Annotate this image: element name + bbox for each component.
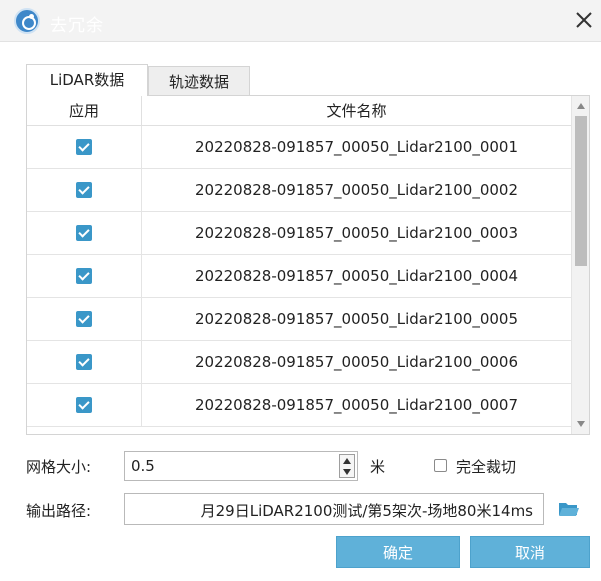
apply-checkbox[interactable] bbox=[76, 182, 92, 198]
apply-checkbox[interactable] bbox=[76, 354, 92, 370]
table-row[interactable]: 20220828-091857_00050_Lidar2100_0007 bbox=[27, 384, 571, 427]
cancel-button[interactable]: 取消 bbox=[470, 536, 590, 568]
tab-lidar-data[interactable]: LiDAR数据 bbox=[26, 64, 148, 96]
filename-cell: 20220828-091857_00050_Lidar2100_0004 bbox=[141, 255, 571, 297]
tab-trajectory-data[interactable]: 轨迹数据 bbox=[148, 66, 250, 96]
grid-size-value: 0.5 bbox=[131, 457, 155, 475]
apply-checkbox[interactable] bbox=[76, 268, 92, 284]
table-row[interactable]: 20220828-091857_00050_Lidar2100_0006 bbox=[27, 341, 571, 384]
column-header-apply[interactable]: 应用 bbox=[27, 96, 141, 126]
grid-size-spinner[interactable] bbox=[339, 454, 355, 478]
apply-cell bbox=[27, 126, 141, 168]
output-path-label: 输出路径: bbox=[26, 502, 92, 520]
folder-open-icon[interactable] bbox=[558, 500, 580, 518]
confirm-button[interactable]: 确定 bbox=[336, 536, 460, 568]
filename-cell: 20220828-091857_00050_Lidar2100_0003 bbox=[141, 212, 571, 254]
grid-size-unit: 米 bbox=[370, 458, 386, 476]
filename-cell: 20220828-091857_00050_Lidar2100_0001 bbox=[141, 126, 571, 168]
file-table: 应用 文件名称 20220828-091857_00050_Lidar2100_… bbox=[26, 95, 590, 435]
filename-cell: 20220828-091857_00050_Lidar2100_0006 bbox=[141, 341, 571, 383]
apply-checkbox[interactable] bbox=[76, 225, 92, 241]
table-row[interactable]: 20220828-091857_00050_Lidar2100_0004 bbox=[27, 255, 571, 298]
apply-cell bbox=[27, 169, 141, 211]
apply-cell bbox=[27, 255, 141, 297]
spin-up-icon[interactable] bbox=[343, 458, 351, 464]
apply-checkbox[interactable] bbox=[76, 397, 92, 413]
filename-cell: 20220828-091857_00050_Lidar2100_0005 bbox=[141, 298, 571, 340]
apply-cell bbox=[27, 212, 141, 254]
table-row[interactable]: 20220828-091857_00050_Lidar2100_0005 bbox=[27, 298, 571, 341]
apply-checkbox[interactable] bbox=[76, 311, 92, 327]
filename-cell: 20220828-091857_00050_Lidar2100_0002 bbox=[141, 169, 571, 211]
grid-size-label: 网格大小: bbox=[26, 458, 92, 476]
grid-size-input[interactable]: 0.5 bbox=[124, 451, 358, 481]
apply-cell bbox=[27, 384, 141, 426]
table-row[interactable]: 20220828-091857_00050_Lidar2100_0002 bbox=[27, 169, 571, 212]
output-path-value: 月29日LiDAR2100测试/第5架次-场地80米14ms bbox=[200, 502, 533, 520]
table-body: 20220828-091857_00050_Lidar2100_0001 202… bbox=[27, 126, 571, 427]
apply-checkbox[interactable] bbox=[76, 139, 92, 155]
full-crop-label[interactable]: 完全裁切 bbox=[456, 456, 516, 477]
dialog-window: 去冗余 LiDAR数据 轨迹数据 应用 文件名称 20220828-091857… bbox=[0, 0, 601, 581]
full-crop-checkbox[interactable] bbox=[434, 459, 447, 472]
table-row[interactable]: 20220828-091857_00050_Lidar2100_0001 bbox=[27, 126, 571, 169]
spin-down-icon[interactable] bbox=[343, 469, 351, 475]
scroll-up-icon[interactable] bbox=[576, 101, 586, 111]
scrollbar-thumb[interactable] bbox=[575, 116, 587, 266]
vertical-scrollbar[interactable] bbox=[571, 96, 589, 434]
app-logo-icon bbox=[14, 8, 40, 34]
output-path-input[interactable]: 月29日LiDAR2100测试/第5架次-场地80米14ms bbox=[124, 493, 544, 525]
scroll-down-icon[interactable] bbox=[576, 419, 586, 429]
apply-cell bbox=[27, 298, 141, 340]
apply-cell bbox=[27, 341, 141, 383]
column-header-filename[interactable]: 文件名称 bbox=[141, 96, 571, 126]
window-title: 去冗余 bbox=[50, 16, 104, 36]
filename-cell: 20220828-091857_00050_Lidar2100_0007 bbox=[141, 384, 571, 426]
table-row[interactable]: 20220828-091857_00050_Lidar2100_0003 bbox=[27, 212, 571, 255]
close-icon[interactable] bbox=[574, 10, 594, 30]
table-header: 应用 文件名称 bbox=[27, 96, 571, 126]
title-bar[interactable]: 去冗余 bbox=[0, 0, 601, 42]
